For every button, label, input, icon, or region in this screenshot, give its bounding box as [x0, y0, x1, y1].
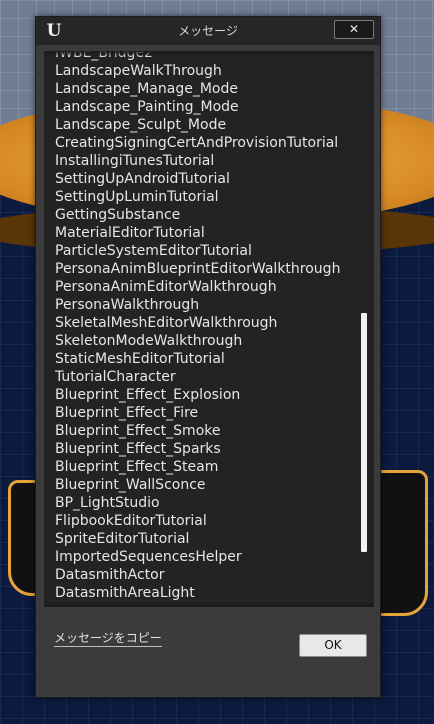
- list-item: PersonaWalkthrough: [55, 297, 200, 313]
- list-item: BP_LightStudio: [55, 495, 160, 511]
- list-item: MaterialEditorTutorial: [55, 225, 205, 241]
- message-list: IWBE_Bridge2 LandscapeWalkThrough Landscap…: [55, 51, 350, 602]
- list-item: CreatingSigningCertAndProvisionTutorial: [55, 135, 339, 151]
- close-button[interactable]: ✕: [334, 20, 374, 39]
- scrollbar-thumb[interactable]: [361, 313, 367, 552]
- list-item: SettingUpLuminTutorial: [55, 189, 219, 205]
- copy-message-link[interactable]: メッセージをコピー: [54, 630, 162, 647]
- list-item: GettingSubstance: [55, 207, 181, 223]
- list-item: PersonaAnimEditorWalkthrough: [55, 279, 277, 295]
- list-item: Blueprint_Effect_Sparks: [55, 441, 221, 457]
- list-item: Blueprint_Effect_Steam: [55, 459, 219, 475]
- list-item: Landscape_Sculpt_Mode: [55, 117, 227, 133]
- list-item: SettingUpAndroidTutorial: [55, 171, 230, 187]
- vertical-scrollbar[interactable]: [361, 57, 367, 601]
- list-item: Landscape_Manage_Mode: [55, 81, 238, 97]
- list-item: Blueprint_Effect_Smoke: [55, 423, 221, 439]
- list-item: PersonaAnimBlueprintEditorWalkthrough: [55, 261, 341, 277]
- list-item: DatasmithActor: [55, 567, 165, 583]
- list-item: SpriteEditorTutorial: [55, 531, 190, 547]
- list-item: Blueprint_WallSconce: [55, 477, 206, 493]
- list-item: SkeletonModeWalkthrough: [55, 333, 243, 349]
- list-item: IWBE_Bridge2: [55, 51, 153, 61]
- list-item: DatasmithAreaLight: [55, 585, 195, 601]
- dialog-title: メッセージ: [178, 24, 238, 38]
- list-item: Blueprint_Effect_Fire: [55, 405, 199, 421]
- list-item: StaticMeshEditorTutorial: [55, 351, 225, 367]
- list-item: TutorialCharacter: [55, 369, 176, 385]
- list-item: ParticleSystemEditorTutorial: [55, 243, 252, 259]
- ok-button[interactable]: OK: [299, 634, 367, 657]
- viewport-chair-right: [378, 470, 428, 616]
- message-list-panel[interactable]: IWBE_Bridge2 LandscapeWalkThrough Landscap…: [44, 51, 374, 607]
- list-item: ImportedSequencesHelper: [55, 549, 242, 565]
- list-item: FlipbookEditorTutorial: [55, 513, 207, 529]
- message-dialog: メッセージ U ✕ IWBE_Bridge2 LandscapeWalkThrou…: [35, 16, 381, 698]
- dialog-titlebar[interactable]: メッセージ U ✕: [36, 17, 380, 45]
- list-item: InstallingiTunesTutorial: [55, 153, 215, 169]
- unreal-logo-icon: U: [46, 21, 62, 41]
- list-item: LandscapeWalkThrough: [55, 63, 222, 79]
- list-item: Blueprint_Effect_Explosion: [55, 387, 241, 403]
- list-item: Landscape_Painting_Mode: [55, 99, 239, 115]
- list-item: SkeletalMeshEditorWalkthrough: [55, 315, 278, 331]
